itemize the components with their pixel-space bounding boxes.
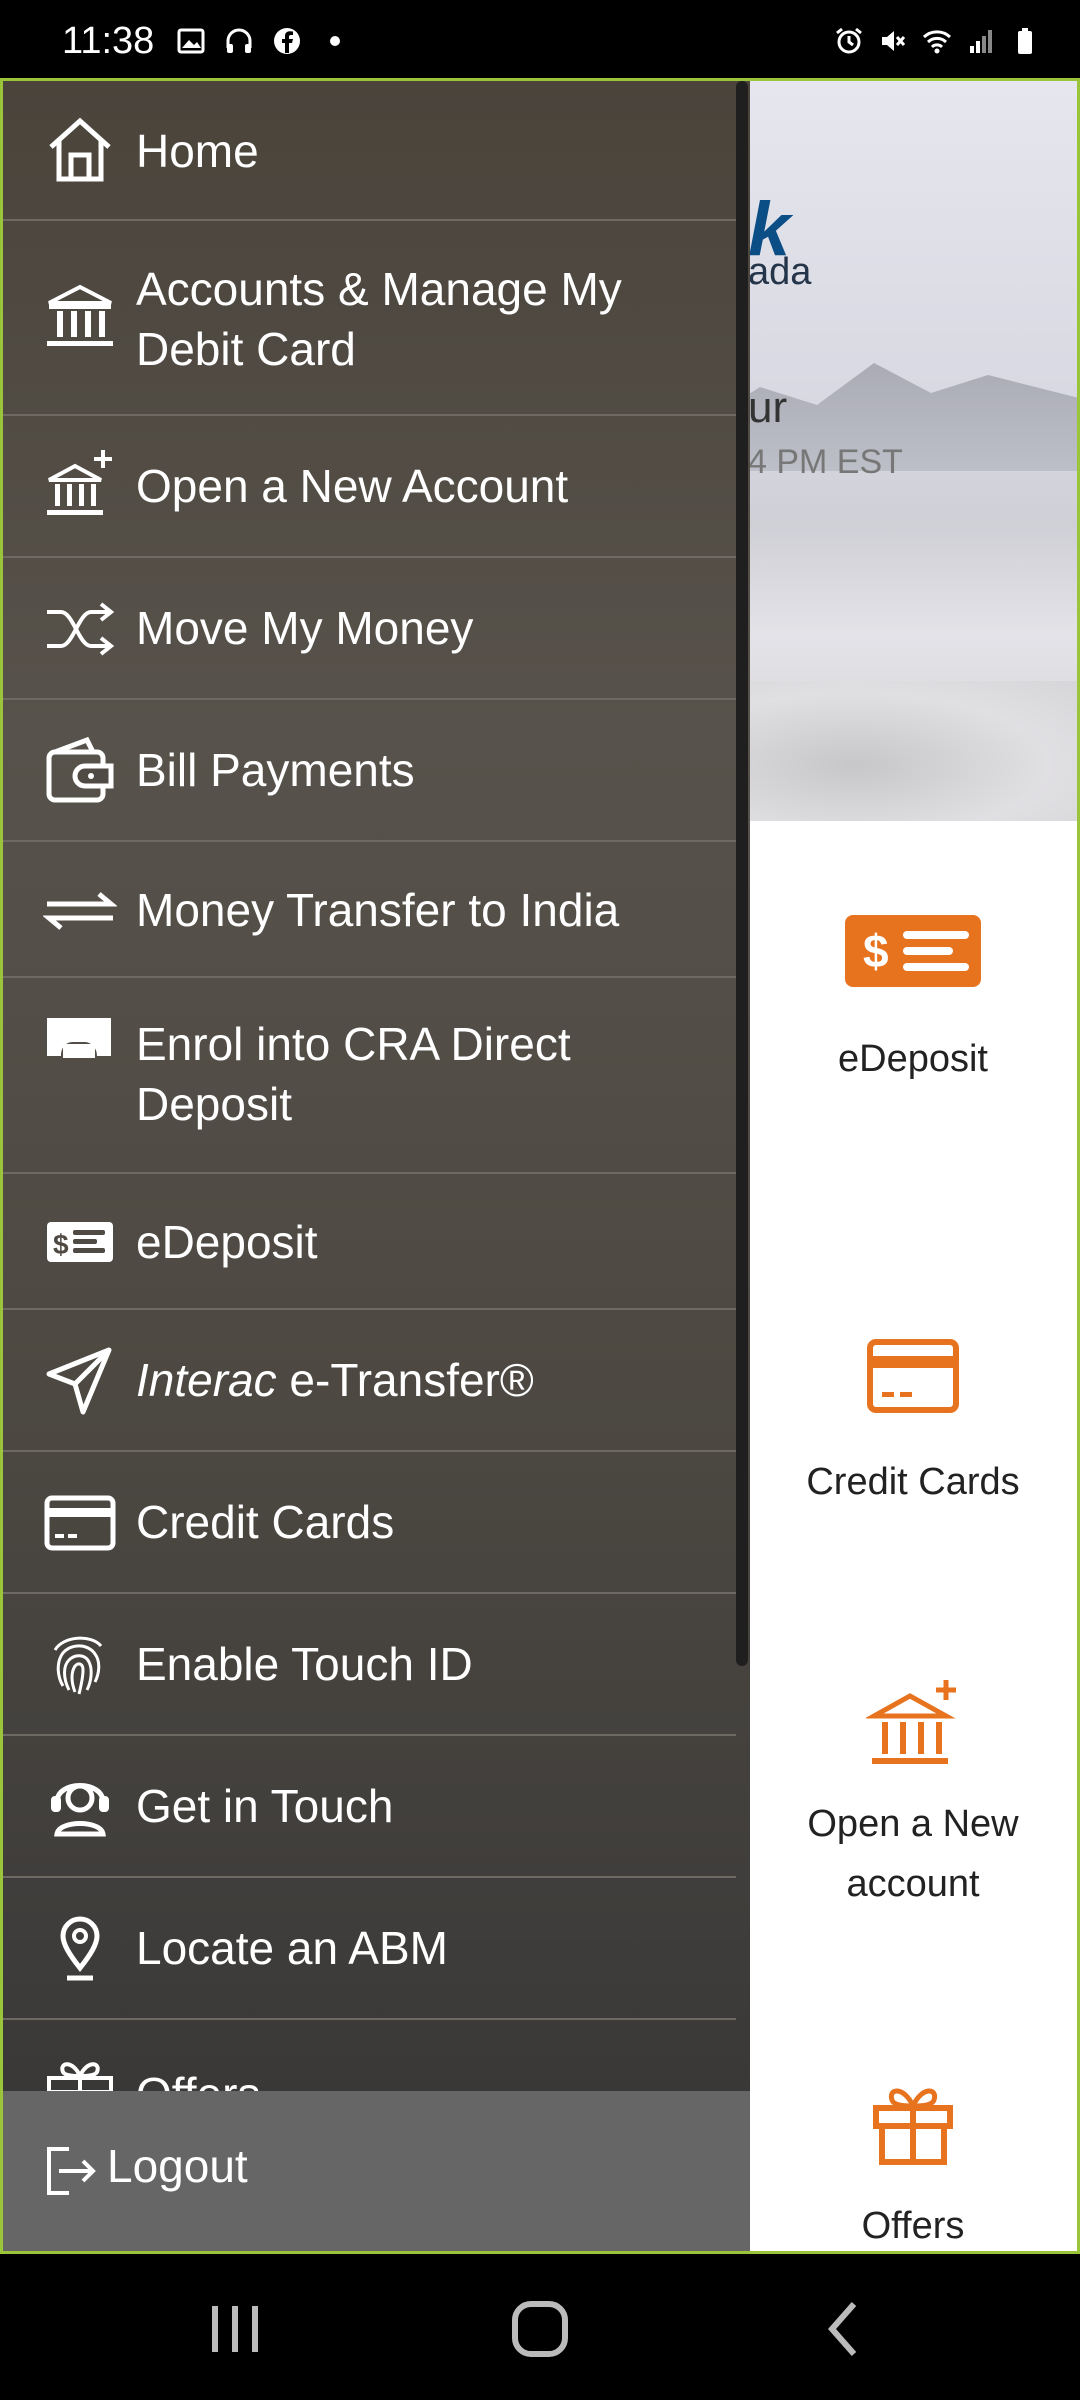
drawer-item-label: Move My Money xyxy=(136,602,474,654)
drawer-item-bill-payments[interactable]: Bill Payments xyxy=(3,700,736,842)
back-icon[interactable] xyxy=(810,2294,880,2364)
stones-graphic xyxy=(703,681,1077,821)
shuffle-icon xyxy=(47,602,115,656)
system-nav-bar xyxy=(0,2254,1080,2400)
signal-icon xyxy=(970,30,992,53)
headphones-icon xyxy=(226,28,252,53)
wallet-icon xyxy=(46,736,114,803)
transfer-arrows-icon xyxy=(43,892,117,930)
drawer-item-label: Bill Payments xyxy=(136,744,415,796)
tile-edeposit-label: eDeposit xyxy=(838,1038,988,1080)
tile-credit-cards-label: Credit Cards xyxy=(806,1461,1020,1503)
drawer-item-label: Money Transfer to India xyxy=(136,884,620,936)
status-bar: 11:38 xyxy=(0,0,1080,78)
drawer-item-label: Locate an ABM xyxy=(136,1922,448,1974)
support-agent-icon xyxy=(51,1783,109,1837)
credit-card-icon xyxy=(44,1495,116,1551)
recents-icon[interactable] xyxy=(200,2294,270,2364)
logout-button[interactable]: Logout xyxy=(3,2091,750,2251)
drawer-item-label: Accounts & Manage My xyxy=(136,263,622,315)
drawer-item-label: Get in Touch xyxy=(136,1780,394,1832)
drawer-item-move-money[interactable]: Move My Money xyxy=(3,558,736,700)
logout-label: Logout xyxy=(107,2140,248,2192)
hero-time-partial: 4 PM EST xyxy=(748,443,903,481)
edeposit-icon: $ xyxy=(47,1222,113,1262)
location-pin-icon xyxy=(60,1916,100,1981)
brand-subtitle-partial: ada xyxy=(748,251,812,293)
mute-icon xyxy=(882,31,906,51)
drawer-item-label: Credit Cards xyxy=(136,1496,395,1548)
image-icon xyxy=(177,28,205,54)
drawer-item-touch-id[interactable]: Enable Touch ID xyxy=(3,1594,736,1736)
drawer-item-edeposit[interactable]: $ eDeposit xyxy=(3,1174,736,1310)
drawer-scrollbar[interactable] xyxy=(736,81,748,1666)
tile-edeposit[interactable]: $ eDeposit xyxy=(743,821,1077,1268)
drawer-item-label: Home xyxy=(136,125,259,177)
drawer-item-interac-etransfer[interactable]: Interac e-Transfer® xyxy=(3,1310,736,1452)
status-time: 11:38 xyxy=(62,20,155,62)
alarm-icon xyxy=(836,27,862,54)
drawer-item-label: Enable Touch ID xyxy=(136,1638,473,1690)
etransfer-text: e-Transfer® xyxy=(276,1354,534,1406)
interac-brand-text: Interac xyxy=(136,1354,277,1406)
svg-text:$: $ xyxy=(863,925,889,977)
svg-text:$: $ xyxy=(53,1229,69,1260)
tile-offers[interactable]: Offers xyxy=(743,2006,1077,2251)
drawer-item-label-2: Debit Card xyxy=(136,323,356,375)
drawer-item-locate-abm[interactable]: Locate an ABM xyxy=(3,1878,736,2020)
home-icon xyxy=(49,117,111,182)
fingerprint-icon xyxy=(53,1636,103,1695)
drawer-item-label: Enrol into CRA Direct xyxy=(136,1018,571,1070)
tile-open-account[interactable]: Open a New account xyxy=(743,1636,1077,2008)
home-circle-icon[interactable] xyxy=(505,2294,575,2364)
send-icon xyxy=(46,1347,112,1415)
direct-deposit-icon xyxy=(47,1018,111,1058)
dot-icon xyxy=(330,36,340,46)
battery-icon xyxy=(1018,28,1032,54)
bank-plus-icon xyxy=(866,1680,956,1764)
drawer-item-cra-direct-deposit[interactable]: Enrol into CRA Direct Deposit xyxy=(3,978,736,1174)
facebook-icon xyxy=(274,28,300,54)
drawer-item-label-2: Deposit xyxy=(136,1078,292,1130)
edeposit-icon: $ xyxy=(845,915,981,987)
bank-plus-icon xyxy=(47,450,112,515)
wifi-icon xyxy=(922,30,952,54)
credit-card-icon xyxy=(867,1339,959,1413)
logout-icon xyxy=(47,2147,96,2195)
drawer-item-home[interactable]: Home xyxy=(3,81,736,221)
app-frame: k ada ur 4 PM EST $ eDeposit Credit Card xyxy=(0,78,1080,2254)
drawer-item-credit-cards[interactable]: Credit Cards xyxy=(3,1452,736,1594)
drawer-item-label: Open a New Account xyxy=(136,460,569,512)
navigation-drawer: Home Accounts & Manage My Debit Card Ope… xyxy=(3,81,750,2251)
drawer-item-accounts[interactable]: Accounts & Manage My Debit Card xyxy=(3,221,736,416)
tile-open-account-label-2: account xyxy=(846,1863,980,1905)
drawer-item-label: Interac e-Transfer® xyxy=(136,1350,534,1410)
drawer-item-money-transfer-india[interactable]: Money Transfer to India xyxy=(3,842,736,978)
gift-icon xyxy=(873,2088,953,2165)
bank-icon xyxy=(47,284,113,346)
tile-credit-cards[interactable]: Credit Cards xyxy=(743,1266,1077,1638)
tile-offers-label: Offers xyxy=(861,2205,965,2247)
tile-open-account-label-1: Open a New xyxy=(807,1803,1019,1845)
drawer-item-label: eDeposit xyxy=(136,1216,318,1268)
hero-text-partial: ur xyxy=(748,383,788,432)
drawer-item-open-account[interactable]: Open a New Account xyxy=(3,416,736,558)
drawer-item-get-in-touch[interactable]: Get in Touch xyxy=(3,1736,736,1878)
